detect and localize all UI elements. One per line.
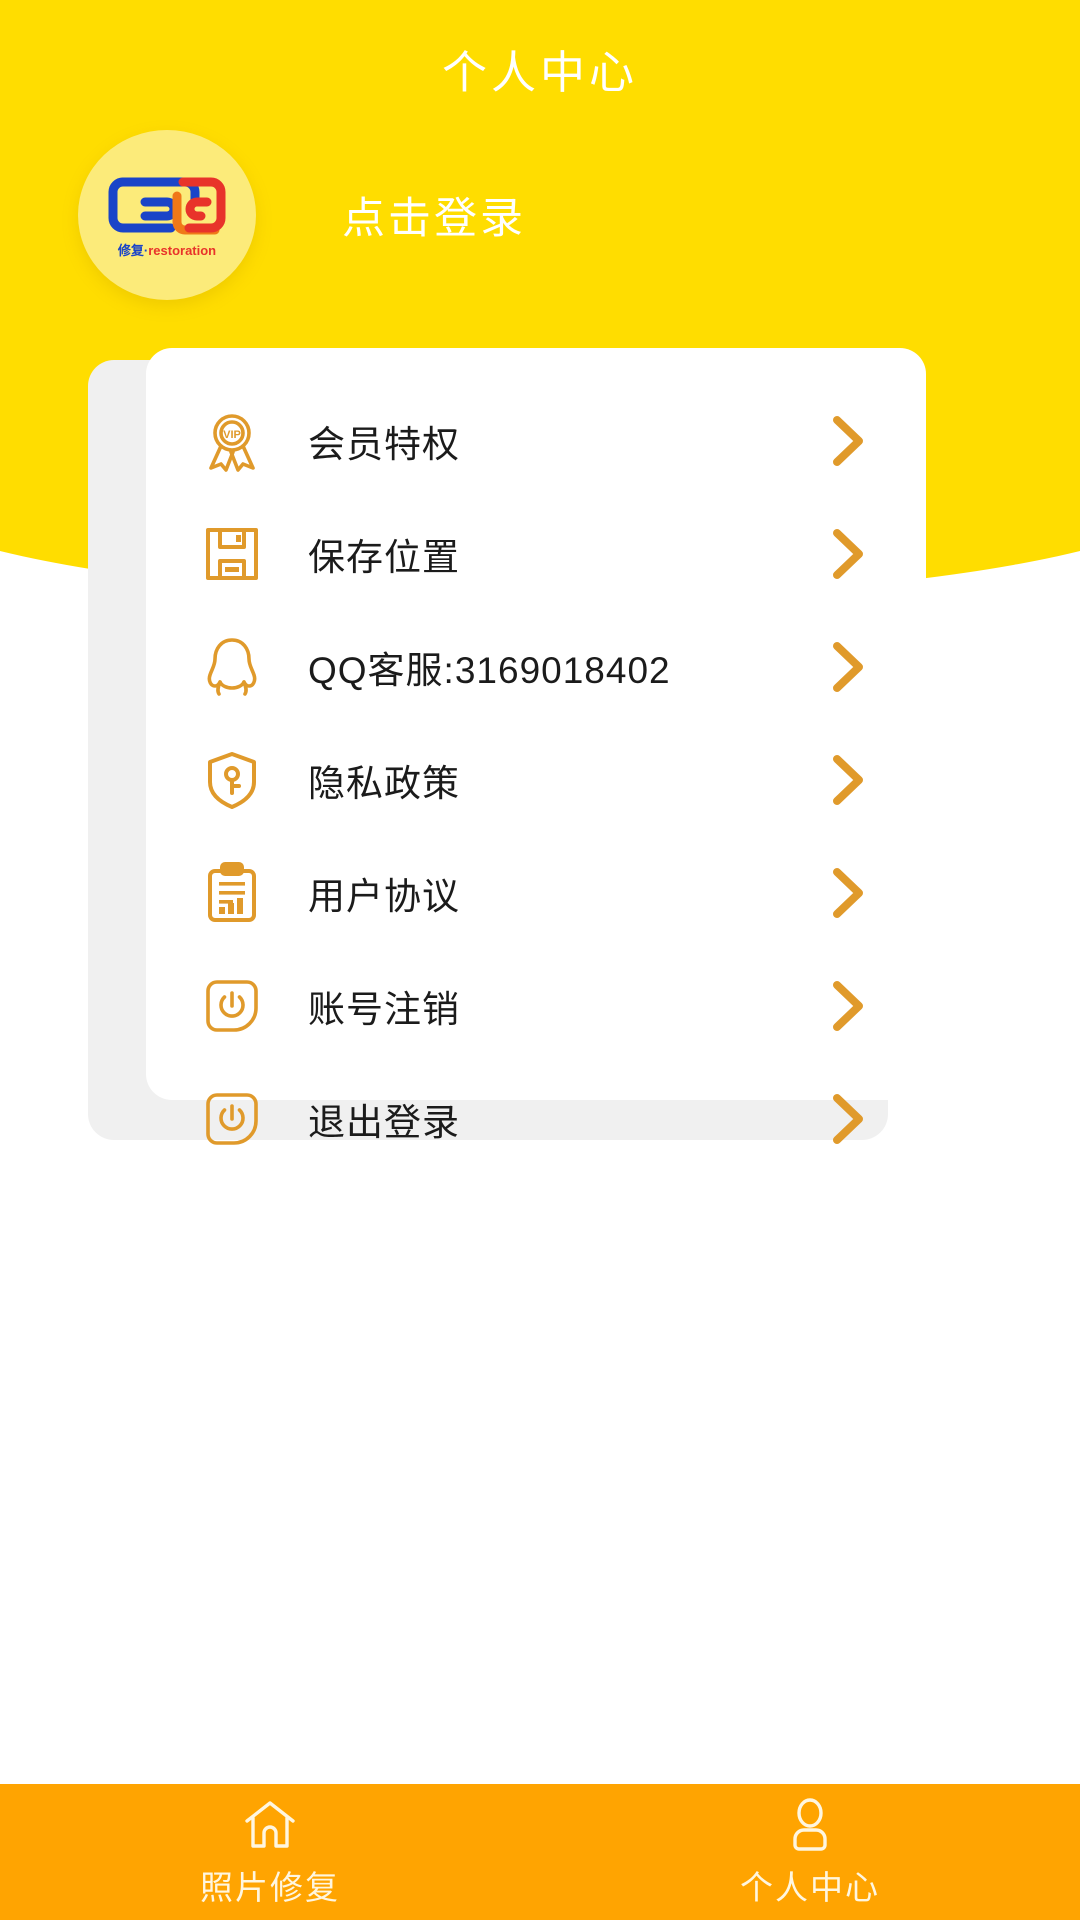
menu-item-label: 用户协议 — [308, 875, 460, 917]
tab-personal-center[interactable]: 个人中心 — [540, 1784, 1080, 1920]
menu-item-delete-account[interactable]: 账号注销 — [146, 949, 926, 1062]
shield-key-icon — [194, 750, 270, 810]
profile-row[interactable]: 修复·restoration 点击登录 — [0, 130, 1080, 300]
menu-item-label: QQ客服:3169018402 — [308, 649, 671, 691]
vip-badge-icon: VIP — [194, 410, 270, 472]
tab-label: 照片修复 — [200, 1869, 340, 1906]
menu-item-privacy-policy[interactable]: 隐私政策 — [146, 723, 926, 836]
menu-item-label: 会员特权 — [308, 423, 460, 465]
menu-card: VIP 会员特权 保存位置 QQ客服:3169018402 隐私政策 用户协议 … — [146, 348, 926, 1145]
chevron-right-icon[interactable] — [812, 864, 882, 922]
page-title: 个人中心 — [441, 47, 638, 98]
tab-photo-restore[interactable]: 照片修复 — [0, 1784, 540, 1920]
menu-item-label: 账号注销 — [308, 988, 460, 1030]
chevron-right-icon[interactable] — [812, 412, 882, 470]
chevron-right-icon[interactable] — [812, 751, 882, 809]
chevron-right-icon[interactable] — [812, 525, 882, 583]
person-icon — [784, 1795, 836, 1855]
svg-text:VIP: VIP — [223, 429, 241, 441]
clipboard-icon — [194, 861, 270, 924]
bottom-tab-bar: 照片修复 个人中心 — [0, 1784, 1080, 1920]
menu-item-logout[interactable]: 退出登录 — [146, 1062, 926, 1175]
avatar-sublabel: 修复·restoration — [118, 244, 216, 257]
menu-item-label: 隐私政策 — [308, 762, 460, 804]
chevron-right-icon[interactable] — [812, 977, 882, 1035]
menu-item-qq-support[interactable]: QQ客服:3169018402 — [146, 610, 926, 723]
avatar[interactable]: 修复·restoration — [78, 130, 256, 300]
power-icon — [194, 1091, 270, 1147]
tab-label: 个人中心 — [740, 1869, 880, 1906]
floppy-disk-icon — [194, 525, 270, 583]
power-icon — [194, 978, 270, 1034]
menu-item-vip[interactable]: VIP 会员特权 — [146, 384, 926, 497]
menu-item-user-agreement[interactable]: 用户协议 — [146, 836, 926, 949]
chevron-right-icon[interactable] — [812, 638, 882, 696]
chevron-right-icon[interactable] — [812, 1090, 882, 1148]
menu-item-save-location[interactable]: 保存位置 — [146, 497, 926, 610]
login-button[interactable]: 点击登录 — [342, 184, 526, 246]
qq-penguin-icon — [194, 636, 270, 698]
menu-item-label: 退出登录 — [308, 1101, 460, 1143]
menu-item-label: 保存位置 — [308, 536, 460, 578]
avatar-sublabel-en: restoration — [148, 242, 217, 258]
avatar-sublabel-cn: 修复 — [117, 242, 144, 258]
app-logo-icon — [99, 174, 235, 242]
home-icon — [242, 1795, 298, 1855]
